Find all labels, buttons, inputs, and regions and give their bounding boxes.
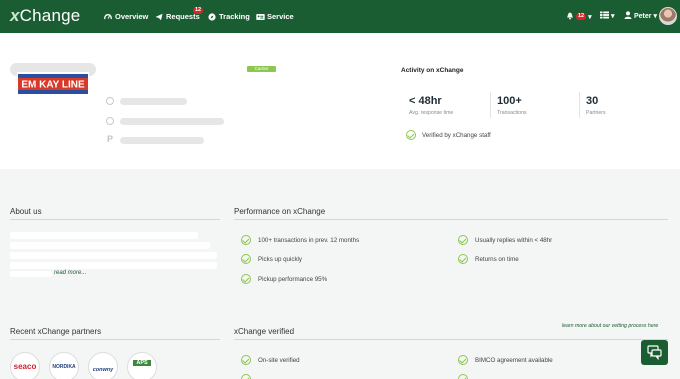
stat-partners: 30 Partners [586,95,606,116]
check-circle-icon [241,355,251,365]
verified-label: Verified by xChange staff [422,131,491,139]
check-circle-icon [458,374,468,379]
check-circle-icon [458,235,468,245]
requests-badge: 12 [193,7,204,14]
stat-label: Partners [586,110,606,116]
company-profile-card [0,33,680,169]
phone-placeholder [120,137,204,144]
divider [234,339,668,340]
divider [490,92,491,118]
divider [579,92,580,118]
check-circle-icon [458,355,468,365]
stat-value: 30 [586,95,599,107]
divider [234,219,668,220]
about-text-placeholder [10,252,217,259]
partner-logo-seaco[interactable]: seaco [10,352,40,379]
partner-logo-text: conwny [92,367,114,373]
verified-by-staff: Verified by xChange staff [406,130,491,140]
svg-text:EM KAY LINE: EM KAY LINE [21,80,85,91]
avatar[interactable] [659,7,677,25]
chevron-down-icon: ▾ [653,13,658,20]
read-more-link[interactable]: read more... [54,270,86,276]
chat-icon [647,345,662,361]
activity-title: Activity on xChange [401,67,464,74]
nav-requests[interactable]: Requests [155,12,200,21]
nav-overview-label: Overview [115,12,149,21]
check-circle-icon [406,130,416,140]
performance-item: Picks up quickly [241,254,302,264]
apps-menu[interactable]: ▾ [600,11,615,21]
performance-item: 100+ transactions in prev. 12 months [241,235,359,245]
about-us-title: About us [10,207,42,216]
about-text-placeholder [10,262,217,269]
performance-item-label: Picks up quickly [258,255,303,263]
id-card-icon [256,13,265,21]
notifications-badge: 12 [576,13,587,20]
stat-label: Avg. response time [409,110,454,116]
performance-item: Returns on time [458,254,519,264]
website-placeholder [120,118,224,125]
notifications-menu[interactable]: 12 ▾ [566,11,592,22]
company-logo: EM KAY LINE [17,72,89,96]
address-placeholder [120,98,187,105]
divider [10,339,220,340]
performance-title: Performance on xChange [234,207,326,216]
performance-item-label: Usually replies within < 48hr [475,236,553,244]
partner-logo-conwny[interactable]: conwny [88,352,118,379]
user-menu[interactable]: Peter ▾ [624,11,657,21]
stat-label: Transactions [497,110,527,116]
performance-item-label: Returns on time [475,255,519,263]
performance-item: Pickup performance 95% [241,274,327,284]
phone-icon: P [107,134,114,144]
partner-logo-nordika[interactable]: NORDIKA [49,352,79,379]
chat-button[interactable] [641,340,668,365]
partner-logo-text: seaco [13,362,37,371]
stat-response-time: < 48hr Avg. response time [409,95,453,116]
check-circle-icon [241,254,251,264]
xchange-verified-title: xChange verified [234,327,295,336]
stat-value: 100+ [497,95,522,107]
verified-item: BIMCO agreement available [458,355,553,365]
nav-service-label: Service [267,12,294,21]
stat-value: < 48hr [409,95,442,107]
send-icon [155,13,163,21]
chevron-down-icon: ▾ [611,13,615,20]
nav-tracking-label: Tracking [219,12,250,21]
dashboard-icon [104,13,112,21]
nav-overview[interactable]: Overview [104,12,148,21]
carrier-tag: Carrier [247,66,276,72]
about-text-placeholder [10,271,52,277]
globe-icon [106,117,114,125]
chevron-down-icon: ▾ [588,13,592,21]
verified-item-label: On-site verified [258,356,300,364]
partner-logo-text: APS [133,360,151,366]
performance-item-label: 100+ transactions in prev. 12 months [258,236,360,244]
performance-item: Usually replies within < 48hr [458,235,552,245]
partner-logo-aps[interactable]: APS [127,352,157,379]
nav-service[interactable]: Service [256,12,294,21]
nav-tracking[interactable]: Tracking [208,12,250,21]
check-circle-icon [458,254,468,264]
stat-transactions: 100+ Transactions [497,95,527,116]
partner-logo-text: NORDIKA [52,364,76,370]
recent-partners-title: Recent xChange partners [10,327,102,336]
top-navbar: xChange Overview Requests 12 Tracking Se… [0,0,680,33]
location-icon [106,97,114,105]
bell-icon [566,11,574,22]
list-icon [600,11,609,21]
learn-more-link[interactable]: learn more about our vetting process her… [562,323,658,329]
check-circle-icon [241,274,251,284]
compass-icon [208,12,216,21]
verified-item-label: BIMCO agreement available [475,356,553,364]
user-name: Peter [634,12,652,20]
check-circle-icon [241,374,251,379]
about-text-placeholder [10,232,198,239]
check-circle-icon [241,235,251,245]
about-text-placeholder [10,242,210,249]
divider [10,219,220,220]
verified-item: On-site verified [241,355,300,365]
user-icon [624,11,632,21]
performance-item-label: Pickup performance 95% [258,275,328,283]
xchange-logo[interactable]: xChange [10,6,80,26]
